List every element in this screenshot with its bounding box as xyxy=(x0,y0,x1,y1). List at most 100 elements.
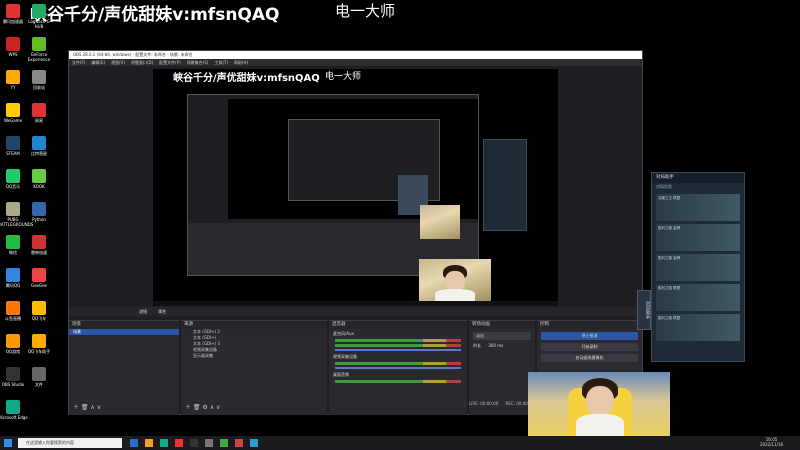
helper-tab[interactable]: 对局信息 xyxy=(652,183,744,191)
mixer-channel-name: 桌面音频 xyxy=(333,372,349,377)
app-icon xyxy=(6,268,20,282)
taskbar-app-icon[interactable] xyxy=(190,439,198,447)
app-icon xyxy=(32,103,46,117)
taskbar-app-icon[interactable] xyxy=(220,439,228,447)
preview-helper xyxy=(483,139,527,231)
sources-header: 来源 xyxy=(181,321,327,329)
desktop-icon[interactable]: GeForce Experience xyxy=(24,37,54,62)
taskbar-search-input[interactable]: 在这里输入你要搜索的内容 xyxy=(18,438,122,448)
desktop-icon[interactable]: Logitech G HUB xyxy=(24,4,54,29)
menu-item[interactable]: 配置文件(P) xyxy=(159,60,181,65)
desktop-icon-label: Python xyxy=(32,217,46,222)
desktop-icon-label: 雷神加速 xyxy=(31,250,47,255)
desktop-icon[interactable]: Microsoft Edge xyxy=(0,400,28,420)
app-icon xyxy=(6,202,20,216)
obs-title: OBS 28.0.1 (64-bit, windows) - 配置文件: 未命名… xyxy=(69,51,642,59)
app-icon xyxy=(6,103,20,117)
app-icon xyxy=(6,70,20,84)
virtual-cam-button[interactable]: 启动虚拟摄像机 xyxy=(541,354,638,362)
taskbar-clock[interactable]: 16:05 2022/11/16 xyxy=(760,437,783,447)
taskbar-app-icon[interactable] xyxy=(250,439,258,447)
desktop-icon-label: KOOK xyxy=(33,184,45,189)
audio-mixer-dock: 混音器 麦克风/Aux 视频采集设备 桌面音频 xyxy=(329,320,467,415)
duration-input[interactable]: 300 ms xyxy=(488,343,503,348)
desktop-icon[interactable]: 雷神加速 xyxy=(24,235,54,255)
menu-item[interactable]: 文件(F) xyxy=(72,60,85,65)
menu-item[interactable]: 帮助(H) xyxy=(234,60,248,65)
filter-button[interactable]: 滤镜 xyxy=(139,309,147,314)
helper-list-item[interactable]: 克隆之王 联盟 xyxy=(656,194,740,221)
app-icon xyxy=(32,37,46,51)
nested-preview xyxy=(228,99,478,219)
scenes-dock: 场景 场景 ＋ 🗑 ∧ ∨ xyxy=(69,320,179,415)
menu-item[interactable]: 视图(V) xyxy=(111,60,125,65)
menu-item[interactable]: 工具(T) xyxy=(214,60,228,65)
helper-list-item[interactable]: 胜利之路 联盟 xyxy=(656,314,740,341)
desktop-icon-label: GeForce Experience xyxy=(27,52,51,62)
taskbar-app-icon[interactable] xyxy=(235,439,243,447)
desktop-icon[interactable]: KOOK xyxy=(24,169,54,189)
duration-label: 时长 xyxy=(473,343,481,348)
taskbar-app-icon[interactable] xyxy=(175,439,183,447)
windows-taskbar: 在这里输入你要搜索的内容 16:05 2022/11/16 xyxy=(0,436,800,450)
scene-dock-buttons[interactable]: ＋ 🗑 ∧ ∨ xyxy=(73,402,101,411)
stream-overlay-title: 峡谷千分/声优甜妹v:mfsnQAQ xyxy=(30,5,280,25)
mixer-channel-name: 麦克风/Aux xyxy=(333,331,354,336)
menu-item[interactable]: 编辑(E) xyxy=(91,60,105,65)
app-icon xyxy=(6,37,20,51)
app-icon xyxy=(6,334,20,348)
transitions-header: 转场动画 xyxy=(469,321,535,329)
desktop-icon-label: GeeGee xyxy=(30,283,48,288)
desktop-icon[interactable]: 回收站 xyxy=(24,70,54,90)
preview-overlay-subtitle: 电一大师 xyxy=(325,72,362,82)
volume-slider[interactable] xyxy=(335,349,461,351)
controls-header: 控制 xyxy=(537,321,642,329)
desktop-icon-label: 网易 xyxy=(35,118,43,123)
app-icon xyxy=(32,235,46,249)
obs-window: OBS 28.0.1 (64-bit, windows) - 配置文件: 未命名… xyxy=(68,50,643,415)
desktop-icon[interactable]: GeeGee xyxy=(24,268,54,288)
volume-slider[interactable] xyxy=(335,367,461,369)
desktop-icon-label: QQ飞车 xyxy=(31,316,47,321)
mixer-header: 混音器 xyxy=(329,321,467,329)
desktop-icon[interactable]: QQ飞车助手 xyxy=(24,334,54,354)
record-button[interactable]: 开始录制 xyxy=(541,343,638,351)
scene-item[interactable]: 场景 xyxy=(69,329,179,335)
taskbar-app-icon[interactable] xyxy=(145,439,153,447)
nested-obs-capture xyxy=(187,94,479,276)
transition-select[interactable]: 淡出 xyxy=(473,332,531,340)
taskbar-app-icon[interactable] xyxy=(205,439,213,447)
source-item[interactable]: 显示器采集 xyxy=(181,353,327,359)
desktop-icon-label: Logitech G HUB xyxy=(28,19,50,29)
app-icon xyxy=(32,334,46,348)
menu-item[interactable]: 场景集合(S) xyxy=(187,60,209,65)
webcam-feed xyxy=(528,372,670,436)
taskbar-app-icon[interactable] xyxy=(130,439,138,447)
helper-side-tab[interactable]: 对局助手 xyxy=(637,290,651,330)
desktop-icon[interactable]: Python xyxy=(24,202,54,222)
app-icon xyxy=(32,367,46,381)
desktop-icon[interactable]: QQ飞车 xyxy=(24,301,54,321)
status-bar: LIVE: 00:00:00 REC: 00:00:00 xyxy=(469,401,534,406)
helper-list-item[interactable]: 胜利之路 联盟 xyxy=(656,284,740,311)
app-icon xyxy=(6,169,20,183)
windows-start-icon[interactable] xyxy=(4,439,12,447)
nested-webcam xyxy=(420,205,460,239)
taskbar-app-icon[interactable] xyxy=(160,439,168,447)
stream-button[interactable]: 停止推流 xyxy=(541,332,638,340)
app-icon xyxy=(32,301,46,315)
menu-item[interactable]: 停靠窗口(D) xyxy=(131,60,153,65)
app-icon xyxy=(32,202,46,216)
desktop-icon[interactable]: 网易 xyxy=(24,103,54,123)
source-dock-buttons[interactable]: ＋ 🗑 ⚙ ∧ ∨ xyxy=(185,402,220,411)
properties-button[interactable]: 属性 xyxy=(158,309,166,314)
scenes-header: 场景 xyxy=(69,321,179,329)
helper-list-item[interactable]: 胜利之路 金牌 xyxy=(656,224,740,251)
obs-preview[interactable]: 峡谷千分/声优甜妹v:mfsnQAQ 电一大师 xyxy=(153,69,558,301)
app-icon xyxy=(6,367,20,381)
desktop-icon-label: 比特彗星 xyxy=(31,151,47,156)
volume-meter xyxy=(335,339,461,342)
helper-list-item[interactable]: 胜利之路 金牌 xyxy=(656,254,740,281)
desktop-icon[interactable]: 文件 xyxy=(24,367,54,387)
desktop-icon[interactable]: 比特彗星 xyxy=(24,136,54,156)
